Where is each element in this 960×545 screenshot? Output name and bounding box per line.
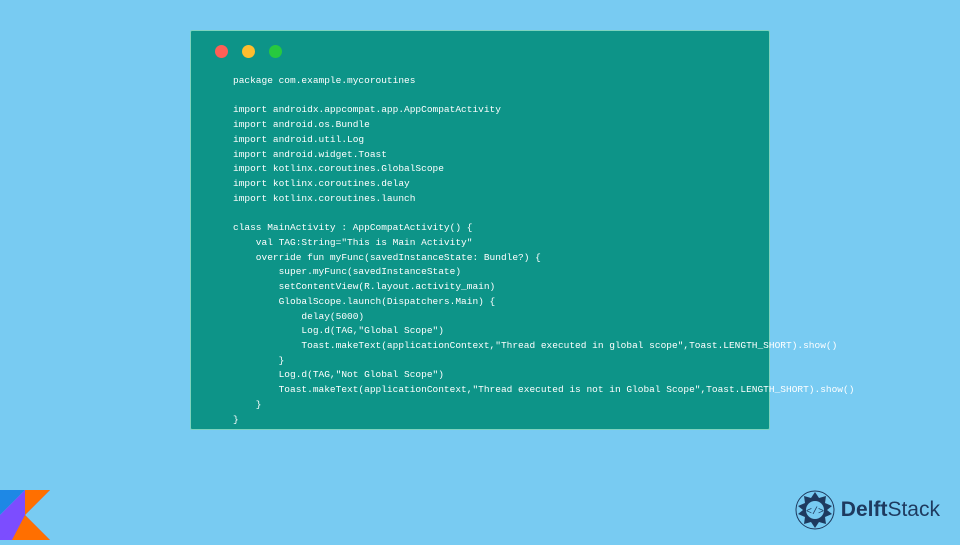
svg-text:</>: </> — [806, 506, 824, 518]
kotlin-logo-icon — [0, 490, 50, 540]
window-controls — [191, 31, 769, 68]
maximize-icon — [269, 45, 282, 58]
brand-suffix: Stack — [887, 498, 940, 521]
brand-name: DelftStack — [841, 498, 940, 522]
minimize-icon — [242, 45, 255, 58]
close-icon — [215, 45, 228, 58]
code-block: package com.example.mycoroutines import … — [191, 68, 769, 447]
code-window: package com.example.mycoroutines import … — [190, 30, 770, 430]
brand-logo: </> DelftStack — [795, 490, 940, 530]
brand-badge-icon: </> — [795, 490, 835, 530]
brand-prefix: Delft — [841, 498, 888, 521]
